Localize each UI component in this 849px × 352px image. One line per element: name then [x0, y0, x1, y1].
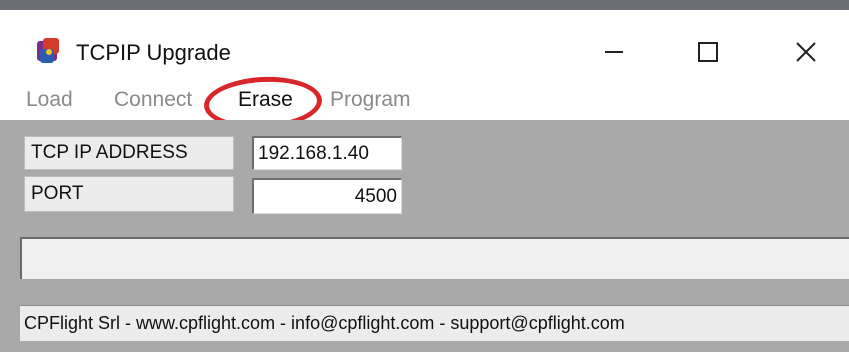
app-icon — [37, 38, 59, 63]
menu-bar: Load Connect Erase Program — [0, 74, 849, 120]
title-bar[interactable]: TCPIP Upgrade — [0, 10, 849, 74]
status-bar: CPFlight Srl - www.cpflight.com - info@c… — [20, 305, 849, 341]
maximize-button[interactable] — [678, 30, 738, 74]
menu-item-load[interactable]: Load — [26, 88, 73, 112]
minimize-button[interactable] — [584, 30, 644, 74]
port-label: PORT — [24, 176, 234, 212]
background-strip — [0, 0, 849, 10]
minimize-icon — [605, 51, 623, 53]
menu-item-program[interactable]: Program — [330, 88, 411, 112]
close-button[interactable] — [776, 30, 836, 74]
port-input[interactable]: 4500 — [252, 178, 402, 214]
window-title: TCPIP Upgrade — [76, 40, 231, 65]
status-text: CPFlight Srl - www.cpflight.com - info@c… — [24, 313, 625, 333]
close-icon — [796, 42, 816, 62]
progress-bar — [20, 237, 849, 279]
maximize-icon — [698, 42, 718, 62]
ip-address-label: TCP IP ADDRESS — [24, 136, 234, 170]
menu-item-connect[interactable]: Connect — [114, 88, 202, 112]
ip-address-input[interactable]: 192.168.1.40 — [252, 136, 402, 170]
